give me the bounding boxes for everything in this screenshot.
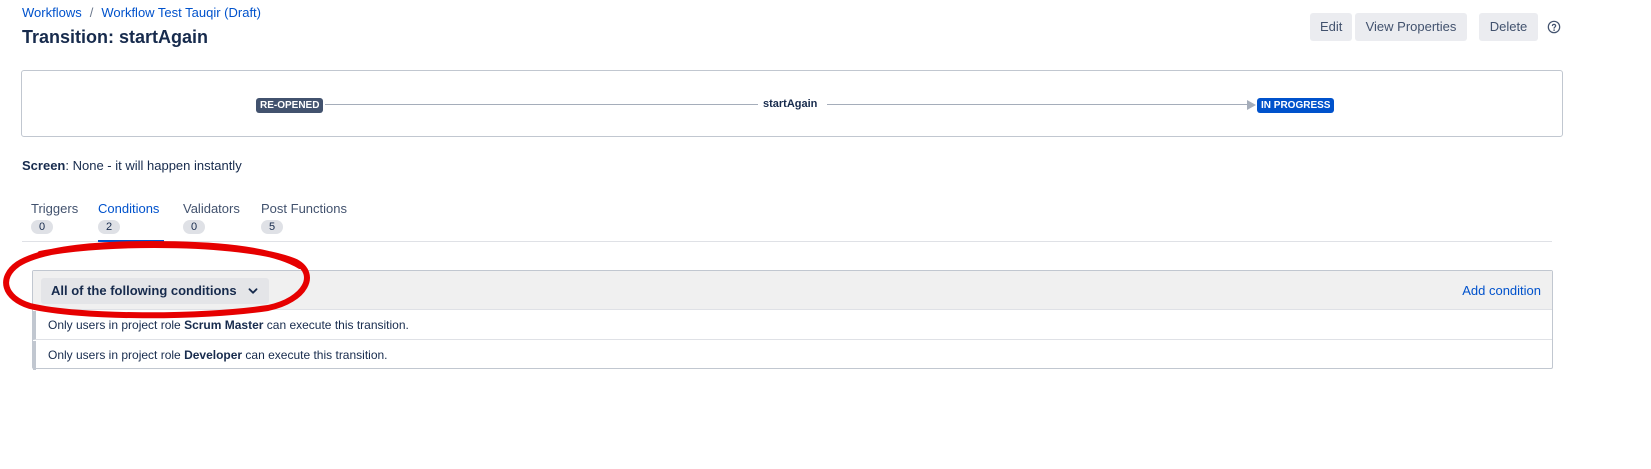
tab-triggers[interactable]: Triggers 0 [31, 200, 81, 242]
transition-line-left [325, 104, 758, 105]
tab-validators-count: 0 [183, 220, 205, 234]
conditions-panel: All of the following conditions Add cond… [32, 270, 1553, 370]
tab-triggers-label: Triggers [31, 201, 79, 216]
add-condition-link[interactable]: Add condition [1462, 283, 1541, 298]
condition-row[interactable]: Only users in project role Scrum Master … [33, 311, 1552, 340]
tab-post-functions[interactable]: Post Functions 5 [261, 200, 351, 242]
from-status-badge: RE-OPENED [256, 98, 324, 113]
breadcrumb-workflows-link[interactable]: Workflows [22, 5, 82, 20]
tab-validators-label: Validators [183, 201, 240, 216]
transition-name: startAgain [763, 98, 818, 110]
condition-prefix: Only users in project role [48, 318, 185, 332]
conditions-header: All of the following conditions Add cond… [33, 271, 1552, 310]
condition-prefix: Only users in project role [48, 348, 185, 362]
tab-post-functions-count: 5 [261, 220, 283, 234]
transition-line-right [827, 104, 1247, 105]
view-properties-button[interactable]: View Properties [1355, 13, 1467, 41]
condition-role: Developer [184, 348, 243, 362]
condition-row[interactable]: Only users in project role Developer can… [33, 341, 1552, 370]
edit-button[interactable]: Edit [1310, 13, 1352, 41]
condition-suffix: can execute this transition. [242, 348, 388, 362]
tab-bar: Triggers 0 Conditions 2 Validators 0 Pos… [22, 200, 1552, 242]
condition-group-label: All of the following conditions [51, 283, 237, 298]
tab-conditions-count: 2 [98, 220, 120, 234]
help-icon[interactable] [1547, 20, 1561, 34]
to-status-badge: IN PROGRESS [1257, 98, 1335, 113]
tab-conditions-label: Conditions [98, 201, 160, 216]
breadcrumb: Workflows / Workflow Test Tauqir (Draft) [22, 5, 261, 20]
tab-post-functions-label: Post Functions [261, 201, 347, 216]
condition-group-dropdown[interactable]: All of the following conditions [41, 278, 269, 304]
condition-suffix: can execute this transition. [263, 318, 409, 332]
delete-button[interactable]: Delete [1479, 13, 1538, 41]
tab-validators[interactable]: Validators 0 [183, 200, 245, 242]
tab-conditions[interactable]: Conditions 2 [98, 200, 164, 242]
screen-label: Screen [22, 158, 66, 173]
screen-value: : None - it will happen instantly [65, 158, 242, 173]
arrow-right-icon [1247, 100, 1256, 110]
tab-triggers-count: 0 [31, 220, 53, 234]
page-title: Transition: startAgain [22, 27, 209, 47]
condition-role: Scrum Master [184, 318, 264, 332]
screen-info: Screen: None - it will happen instantly [22, 158, 242, 173]
breadcrumb-workflow-link[interactable]: Workflow Test Tauqir (Draft) [101, 5, 261, 20]
breadcrumb-separator: / [89, 5, 94, 20]
chevron-down-icon [248, 288, 257, 294]
transition-diagram: RE-OPENED startAgain IN PROGRESS [21, 70, 1563, 137]
